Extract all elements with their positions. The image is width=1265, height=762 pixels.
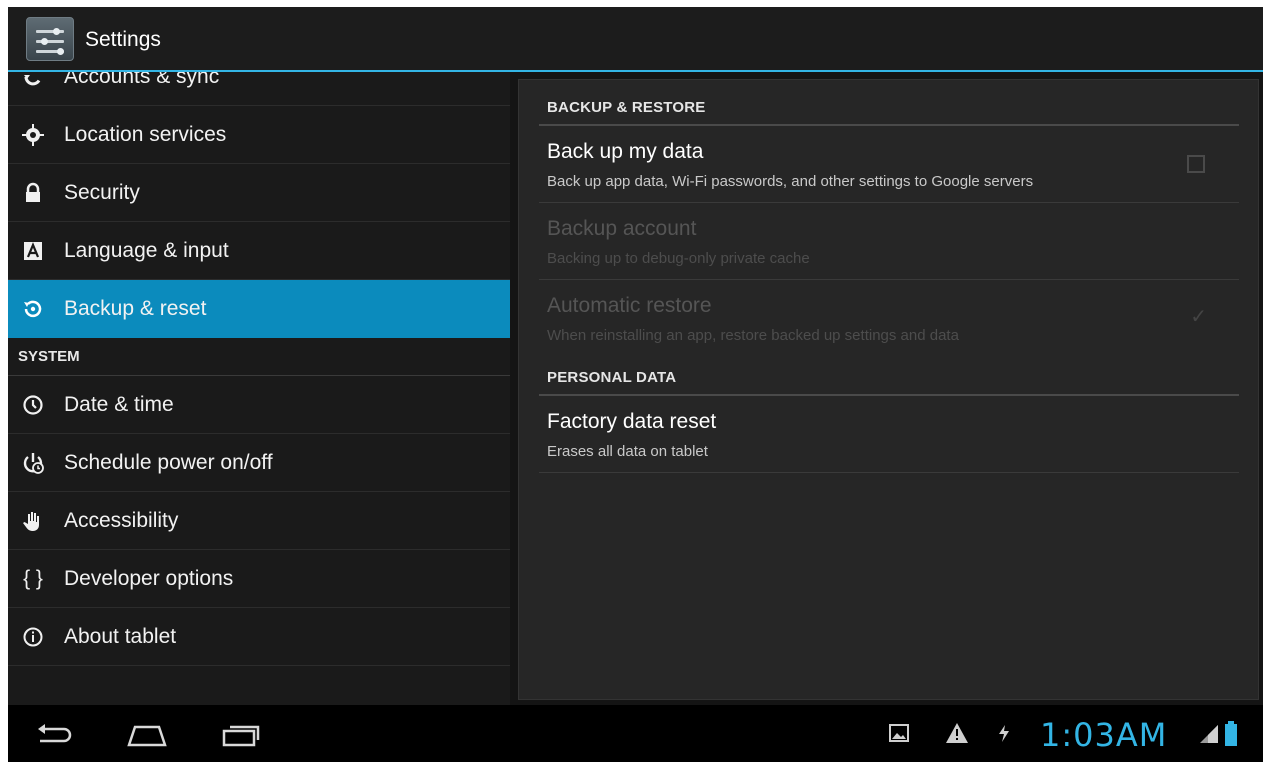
- schedule-power-icon: [20, 450, 46, 476]
- backup-icon: [20, 296, 46, 322]
- backup-account-item: Backup account Backing up to debug-only …: [539, 203, 1239, 280]
- recent-apps-icon: [222, 725, 260, 747]
- item-title: Backup account: [547, 217, 697, 240]
- lock-icon: [20, 180, 46, 206]
- screen: Settings Accounts & sync Location servic…: [8, 7, 1263, 762]
- section-header-label: SYSTEM: [18, 348, 80, 365]
- hand-icon: [20, 508, 46, 534]
- slider-knob-icon: [53, 28, 60, 35]
- settings-list[interactable]: Accounts & sync Location services Securi…: [8, 72, 510, 705]
- sidebar-item-security[interactable]: Security: [8, 164, 510, 222]
- item-title: Automatic restore: [547, 294, 712, 317]
- section-header-backup-restore: BACKUP & RESTORE: [539, 86, 1239, 126]
- backup-my-data-checkbox[interactable]: [1187, 155, 1205, 173]
- system-nav-bar: 1:03AM: [8, 705, 1263, 762]
- item-summary: Back up app data, Wi-Fi passwords, and o…: [547, 173, 1034, 190]
- page-title: Settings: [85, 28, 161, 51]
- sidebar-item-label: Security: [64, 181, 140, 204]
- sidebar-item-label: Location services: [64, 123, 227, 146]
- section-header-personal-data: PERSONAL DATA: [539, 356, 1239, 396]
- sidebar-item-backup-reset[interactable]: Backup & reset: [8, 280, 510, 338]
- section-header-label: PERSONAL DATA: [547, 369, 677, 386]
- sidebar-item-accessibility[interactable]: Accessibility: [8, 492, 510, 550]
- home-icon: [127, 725, 167, 747]
- sidebar-item-schedule-power[interactable]: Schedule power on/off: [8, 434, 510, 492]
- recent-apps-button[interactable]: [218, 721, 264, 749]
- sidebar-item-about-tablet[interactable]: About tablet: [8, 608, 510, 666]
- home-button[interactable]: [124, 721, 170, 749]
- clock-icon: [20, 392, 46, 418]
- slider-knob-icon: [41, 38, 48, 45]
- sidebar-item-label: Date & time: [64, 393, 174, 416]
- debug-icon: [995, 722, 1013, 749]
- sidebar-item-language-input[interactable]: Language & input: [8, 222, 510, 280]
- braces-icon: { }: [23, 567, 43, 590]
- item-summary: Erases all data on tablet: [547, 443, 708, 460]
- section-header-label: BACKUP & RESTORE: [547, 99, 706, 116]
- sidebar-item-label: About tablet: [64, 625, 177, 648]
- warning-icon: [945, 722, 969, 749]
- sync-icon: [20, 72, 46, 90]
- item-summary: When reinstalling an app, restore backed…: [547, 327, 959, 344]
- status-clock: 1:03AM: [1040, 716, 1168, 754]
- backup-reset-detail-pane: BACKUP & RESTORE Back up my data Back up…: [518, 79, 1259, 700]
- item-title: Factory data reset: [547, 410, 717, 433]
- slider-knob-icon: [57, 48, 64, 55]
- backup-my-data-item[interactable]: Back up my data Back up app data, Wi-Fi …: [539, 126, 1239, 203]
- battery-icon: [1224, 721, 1238, 752]
- back-button[interactable]: [32, 721, 78, 749]
- sidebar-item-label: Accessibility: [64, 509, 179, 532]
- screenshot-icon: [888, 722, 910, 749]
- settings-app-icon[interactable]: [26, 17, 74, 61]
- sidebar-item-label: Language & input: [64, 239, 229, 262]
- item-summary: Backing up to debug-only private cache: [547, 250, 810, 267]
- signal-icon: [1198, 723, 1220, 750]
- sidebar-item-location-services[interactable]: Location services: [8, 106, 510, 164]
- section-header-system: SYSTEM: [8, 338, 510, 376]
- item-title: Back up my data: [547, 140, 704, 163]
- factory-data-reset-item[interactable]: Factory data reset Erases all data on ta…: [539, 396, 1239, 473]
- back-icon: [38, 724, 72, 743]
- info-icon: [20, 624, 46, 650]
- sidebar-item-label: Developer options: [64, 567, 234, 590]
- sidebar-item-label: Backup & reset: [64, 297, 207, 320]
- sidebar-item-accounts-sync[interactable]: Accounts & sync: [8, 72, 510, 106]
- automatic-restore-checkbox: ✓: [1190, 306, 1207, 328]
- location-icon: [20, 122, 46, 148]
- sidebar-item-date-time[interactable]: Date & time: [8, 376, 510, 434]
- sidebar-item-label: Accounts & sync: [64, 72, 220, 88]
- automatic-restore-item: Automatic restore When reinstalling an a…: [539, 280, 1239, 357]
- sidebar-item-label: Schedule power on/off: [64, 451, 273, 474]
- sidebar-item-developer-options[interactable]: { } Developer options: [8, 550, 510, 608]
- action-bar: Settings: [8, 7, 1263, 72]
- language-icon: [20, 238, 46, 264]
